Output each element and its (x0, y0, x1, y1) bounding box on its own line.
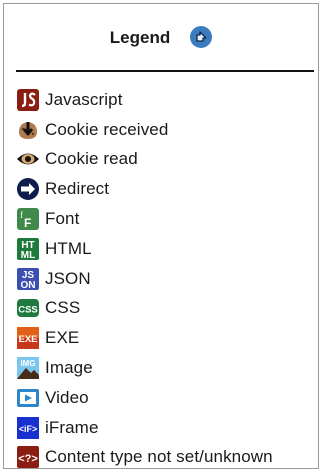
legend-item-label: Javascript (45, 89, 123, 109)
cookie-received-icon (16, 118, 40, 142)
legend-item-css: CSS CSS (16, 294, 318, 324)
legend-item-unknown: <?> Content type not set/unknown (16, 443, 318, 473)
legend-item-cookie-read: Cookie read (16, 145, 318, 175)
unknown-icon: <?> (16, 445, 40, 469)
cookie-read-icon (16, 147, 40, 171)
legend-title: Legend (109, 28, 171, 47)
svg-text:<iF>: <iF> (19, 424, 38, 434)
svg-text:ML: ML (21, 250, 35, 261)
svg-text:IMG: IMG (20, 359, 35, 368)
javascript-icon (16, 88, 40, 112)
svg-text:ON: ON (21, 280, 36, 291)
legend-item-label: Redirect (45, 179, 110, 199)
font-icon: f F (16, 207, 40, 231)
svg-text:F: F (24, 216, 31, 230)
svg-text:f: f (20, 210, 23, 220)
legend-item-label: EXE (45, 328, 80, 348)
legend-item-html: HT ML HTML (16, 234, 318, 264)
css-icon: CSS (16, 296, 40, 320)
legend-item-json: JS ON JSON (16, 264, 318, 294)
legend-item-label: Cookie received (45, 119, 169, 139)
collapse-arrow-icon[interactable] (190, 26, 213, 48)
legend-item-label: Cookie read (45, 149, 138, 169)
svg-text:EXE: EXE (18, 334, 37, 345)
legend-item-image: IMG Image (16, 353, 318, 383)
legend-item-video: Video (16, 383, 318, 413)
legend-item-iframe: <iF> iFrame (16, 413, 318, 443)
legend-panel: Legend Javascript Cookie received Cookie… (3, 3, 319, 469)
legend-item-redirect: Redirect (16, 174, 318, 204)
redirect-icon (16, 177, 40, 201)
legend-item-exe: EXE EXE (16, 323, 318, 353)
legend-item-label: CSS (45, 298, 81, 318)
legend-list: Javascript Cookie received Cookie read R… (4, 72, 318, 472)
legend-item-label: Font (45, 209, 80, 229)
svg-text:CSS: CSS (18, 305, 38, 316)
exe-icon: EXE (16, 326, 40, 350)
legend-item-label: JSON (45, 268, 91, 288)
json-icon: JS ON (16, 267, 40, 291)
image-icon: IMG (16, 356, 40, 380)
legend-item-label: Video (45, 387, 89, 407)
legend-header: Legend (4, 4, 318, 70)
legend-item-label: Content type not set/unknown (45, 447, 273, 467)
legend-item-cookie-received: Cookie received (16, 115, 318, 145)
legend-item-label: iFrame (45, 417, 99, 437)
video-icon (16, 386, 40, 410)
legend-item-label: Image (45, 358, 93, 378)
legend-item-label: HTML (45, 238, 92, 258)
legend-item-font: f F Font (16, 204, 318, 234)
svg-text:<?>: <?> (18, 453, 38, 465)
html-icon: HT ML (16, 237, 40, 261)
legend-item-javascript: Javascript (16, 85, 318, 115)
iframe-icon: <iF> (16, 416, 40, 440)
